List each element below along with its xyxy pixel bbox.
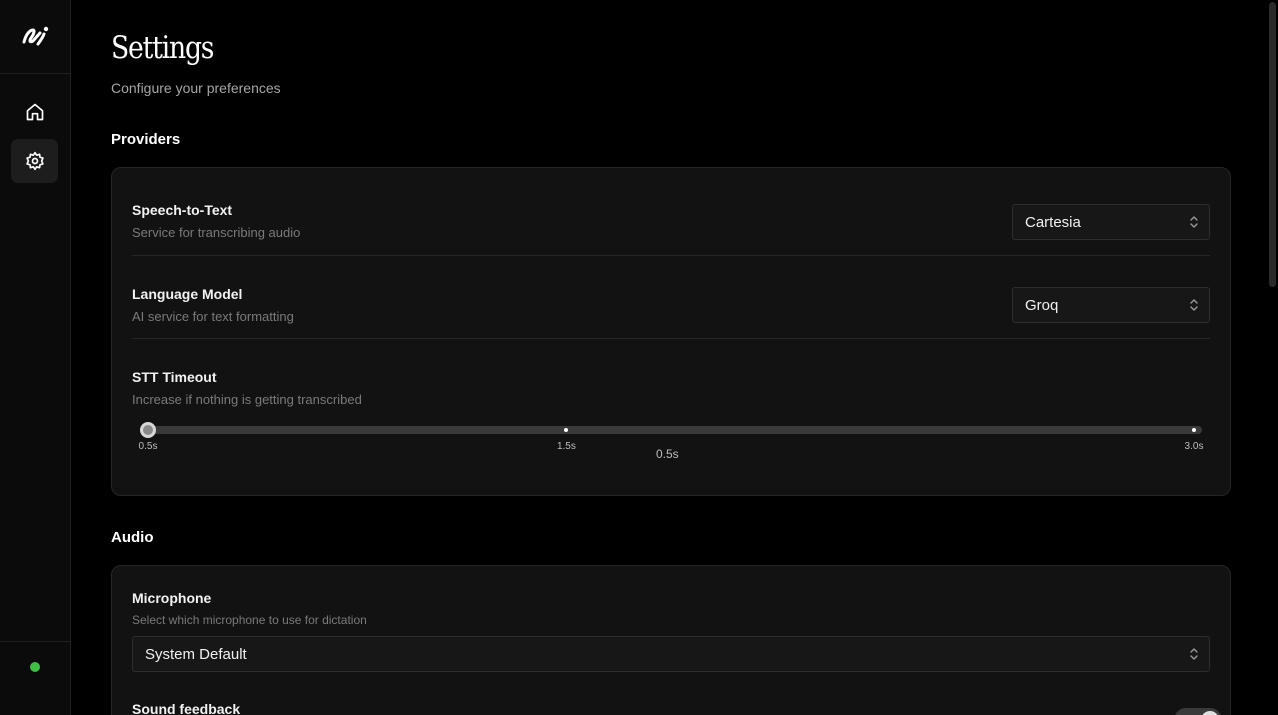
- slider-min-label: 0.5s: [138, 441, 158, 452]
- logo[interactable]: [0, 0, 70, 74]
- main-content: Settings Configure your preferences Prov…: [71, 0, 1266, 715]
- home-icon: [26, 103, 43, 121]
- connection-status-indicator: [30, 662, 40, 672]
- scrollbar-thumb[interactable]: [1269, 2, 1276, 287]
- providers-card: Speech-to-Text Service for transcribing …: [111, 167, 1231, 496]
- microphone-value: System Default: [145, 645, 247, 663]
- stt-timeout-description: Increase if nothing is getting transcrib…: [132, 392, 362, 407]
- section-title-providers: Providers: [111, 131, 181, 148]
- audio-card: Microphone Select which microphone to us…: [111, 565, 1231, 715]
- language-model-description: AI service for text formatting: [132, 309, 294, 324]
- language-model-select[interactable]: Groq: [1012, 287, 1210, 323]
- brand-logo-icon: [22, 26, 49, 45]
- page-title: Settings: [111, 30, 214, 66]
- sidebar: [0, 0, 71, 715]
- chevron-up-down-icon: [1190, 216, 1198, 228]
- slider-current-value: 0.5s: [656, 447, 679, 461]
- chevron-up-down-icon: [1190, 648, 1198, 660]
- slider-tick-mark: [1192, 428, 1196, 432]
- sidebar-footer: [0, 641, 70, 715]
- sound-feedback-label: Sound feedback: [132, 701, 241, 715]
- sound-feedback-toggle[interactable]: [1174, 708, 1222, 715]
- stt-label: Speech-to-Text: [132, 202, 233, 218]
- microphone-label: Microphone: [132, 590, 212, 606]
- stt-timeout-slider[interactable]: [140, 422, 1202, 438]
- microphone-select[interactable]: System Default: [132, 636, 1210, 672]
- language-model-value: Groq: [1025, 296, 1059, 314]
- slider-tick-mark: [564, 428, 569, 432]
- language-model-label: Language Model: [132, 286, 243, 302]
- stt-timeout-label: STT Timeout: [132, 369, 217, 385]
- divider: [132, 338, 1210, 339]
- sidebar-item-settings[interactable]: [11, 139, 58, 183]
- stt-provider-value: Cartesia: [1025, 213, 1081, 231]
- sidebar-item-home[interactable]: [11, 90, 58, 134]
- slider-mid-label: 1.5s: [556, 441, 576, 452]
- microphone-description: Select which microphone to use for dicta…: [132, 613, 367, 627]
- page-subtitle: Configure your preferences: [111, 80, 281, 96]
- scrollbar[interactable]: [1266, 0, 1278, 715]
- slider-max-label: 3.0s: [1184, 441, 1204, 452]
- section-title-audio: Audio: [111, 529, 154, 546]
- gear-icon: [25, 151, 44, 171]
- stt-description: Service for transcribing audio: [132, 225, 301, 240]
- app-window: Settings Configure your preferences Prov…: [0, 0, 1278, 715]
- stt-provider-select[interactable]: Cartesia: [1012, 204, 1210, 240]
- chevron-up-down-icon: [1190, 299, 1198, 311]
- toggle-knob: [1201, 711, 1219, 715]
- divider: [132, 255, 1210, 256]
- slider-thumb[interactable]: [140, 422, 156, 438]
